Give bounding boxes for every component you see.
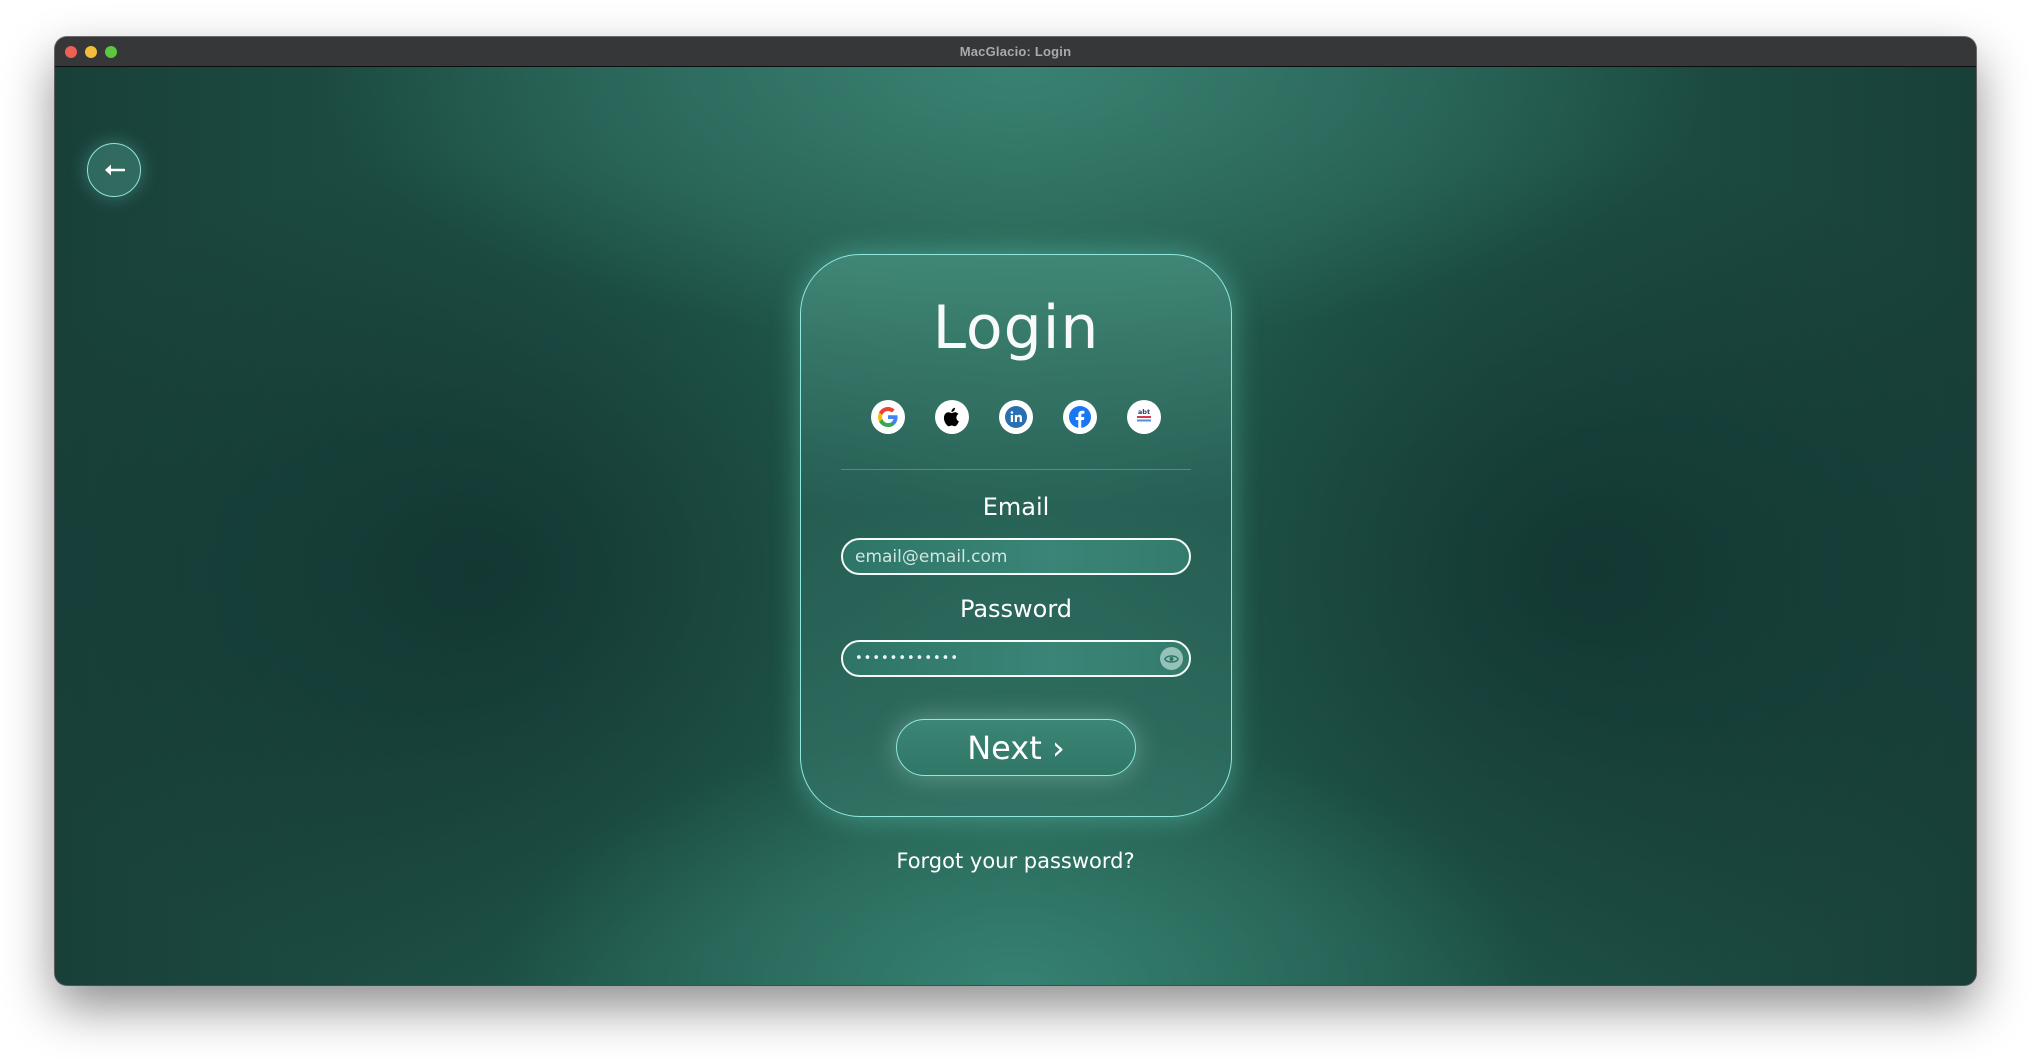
app-window: MacGlacio: Login Login abt Email email@e… bbox=[55, 37, 1976, 985]
password-input[interactable] bbox=[855, 651, 1189, 666]
arrow-left-icon bbox=[105, 164, 125, 176]
title-bar: MacGlacio: Login bbox=[55, 37, 1976, 67]
linkedin-login-button[interactable] bbox=[999, 400, 1033, 434]
google-icon bbox=[878, 407, 898, 427]
eye-icon bbox=[1164, 654, 1179, 663]
password-field-wrapper bbox=[841, 640, 1191, 677]
apple-login-button[interactable] bbox=[935, 400, 969, 434]
section-divider bbox=[841, 469, 1191, 470]
apple-icon bbox=[943, 407, 959, 427]
minimize-window-button[interactable] bbox=[85, 46, 97, 58]
linkedin-icon bbox=[1005, 406, 1027, 428]
password-label: Password bbox=[959, 595, 1073, 623]
provider-login-button[interactable]: abt bbox=[1127, 400, 1161, 434]
maximize-window-button[interactable] bbox=[105, 46, 117, 58]
toggle-password-visibility-button[interactable] bbox=[1160, 647, 1183, 670]
provider-logo-icon: abt bbox=[1137, 408, 1151, 422]
email-label: Email bbox=[982, 493, 1050, 521]
facebook-icon bbox=[1069, 406, 1091, 428]
close-window-button[interactable] bbox=[65, 46, 77, 58]
email-input[interactable] bbox=[855, 546, 1189, 567]
email-field-wrapper bbox=[841, 538, 1191, 575]
forgot-password-link[interactable]: Forgot your password? bbox=[55, 849, 1976, 873]
login-card: Login abt Email email@email.com Password… bbox=[800, 254, 1232, 817]
facebook-login-button[interactable] bbox=[1063, 400, 1097, 434]
back-button[interactable] bbox=[87, 143, 141, 197]
google-login-button[interactable] bbox=[871, 400, 905, 434]
next-button[interactable]: Next › bbox=[896, 719, 1136, 776]
svg-text:abt: abt bbox=[1138, 408, 1150, 416]
main-content: Login abt Email email@email.com Password… bbox=[55, 67, 1976, 985]
window-title: MacGlacio: Login bbox=[959, 44, 1072, 59]
login-title: Login bbox=[932, 293, 1100, 363]
window-controls bbox=[65, 46, 117, 58]
social-login-row: abt bbox=[801, 400, 1231, 434]
